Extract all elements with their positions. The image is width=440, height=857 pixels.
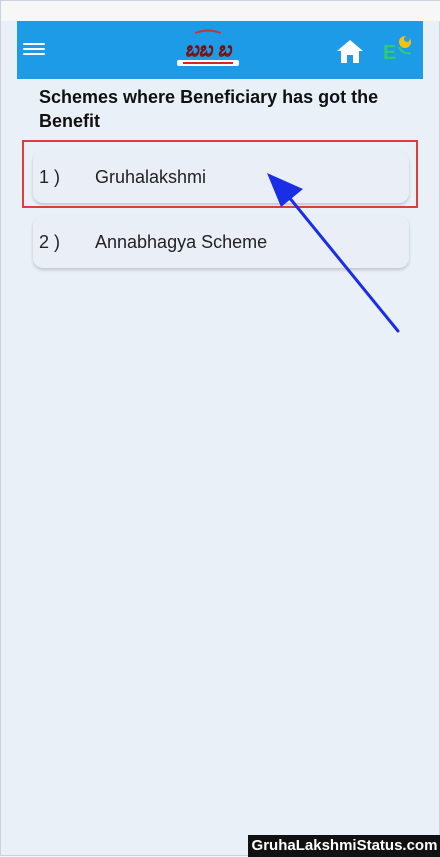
scheme-name: Annabhagya Scheme <box>95 232 268 252</box>
scheme-number: 2 ) <box>39 232 61 252</box>
app-header: ಬಬ ಬ E <box>17 21 423 79</box>
page-title: Schemes where Beneficiary has got the Be… <box>39 87 379 131</box>
language-icon[interactable]: E <box>381 33 415 67</box>
gruha-lakshmi-logo: ಬಬ ಬ <box>169 29 247 66</box>
watermark: GruhaLakshmiStatus.com <box>248 835 440 857</box>
home-icon[interactable] <box>335 37 365 65</box>
app-screen: ಬಬ ಬ E Schemes where Beneficiary has got… <box>0 0 440 857</box>
svg-text:E: E <box>383 42 396 64</box>
status-bar <box>1 1 440 21</box>
hamburger-menu-icon[interactable] <box>23 40 45 60</box>
highlight-box <box>22 140 418 208</box>
svg-text:ಬಬ ಬ: ಬಬ ಬ <box>185 39 233 61</box>
scheme-item-annabhagya[interactable]: 2 ) Annabhagya Scheme <box>33 216 409 268</box>
